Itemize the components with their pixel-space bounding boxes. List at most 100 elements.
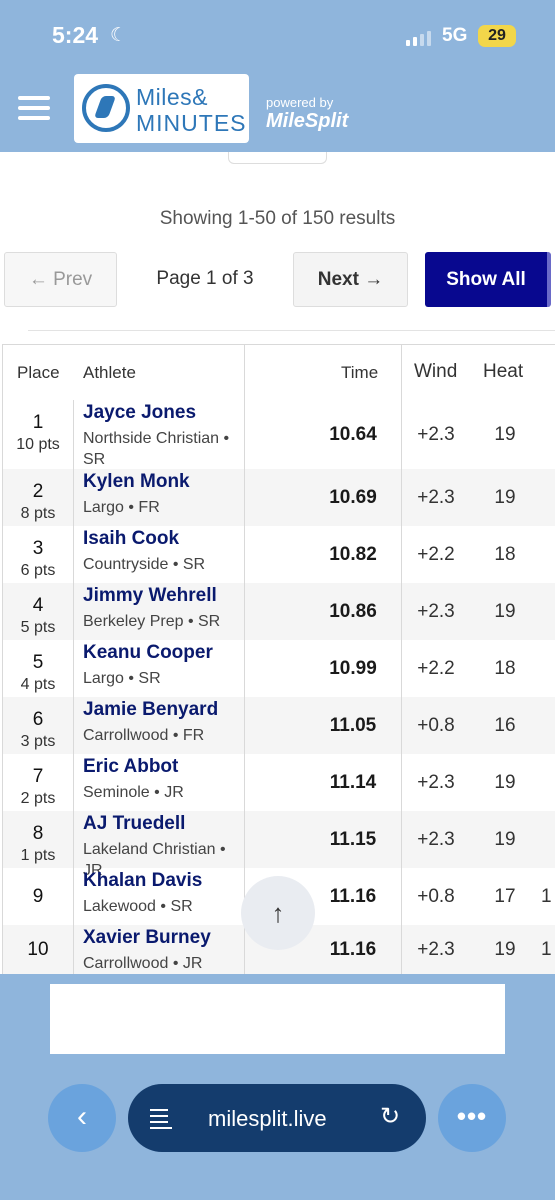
show-all-button[interactable]: Show All: [425, 252, 551, 307]
place-points: 8 pts: [20, 505, 56, 522]
result-wind: +2.3: [417, 487, 455, 508]
milesplit-logo[interactable]: MileSplit: [266, 110, 348, 133]
place-points: 10 pts: [16, 436, 60, 453]
athlete-name-link[interactable]: Jimmy Wehrell: [83, 585, 217, 607]
result-time: 11.16: [329, 939, 377, 960]
result-wind: +0.8: [417, 886, 455, 907]
table-row[interactable]: 7 2 pts Eric Abbot Seminole • JR 11.14 +2.3 19: [3, 754, 555, 811]
table-row[interactable]: 3 6 pts Isaih Cook Countryside • SR 10.82 +2.…: [3, 526, 555, 583]
column-divider: [73, 400, 74, 974]
ad-banner: [50, 984, 505, 1054]
athlete-team: Carrollwood • JR: [83, 955, 203, 972]
place-points: 2 pts: [20, 790, 56, 807]
place-number: 6: [32, 709, 44, 730]
battery-icon: 29: [478, 25, 516, 47]
site-header: Miles& MINUTES powered by MileSplit: [0, 68, 555, 152]
athlete-name-link[interactable]: Keanu Cooper: [83, 642, 213, 664]
column-header-heat[interactable]: Heat: [483, 361, 523, 383]
place-number: 7: [32, 766, 44, 787]
athlete-name-link[interactable]: Xavier Burney: [83, 927, 211, 949]
results-content: Showing 1-50 of 150 results ← Prev Page …: [0, 152, 555, 974]
result-time: 10.69: [329, 487, 377, 508]
result-heat: 19: [494, 772, 516, 793]
athlete-name-link[interactable]: Khalan Davis: [83, 870, 202, 892]
athlete-team: Countryside • SR: [83, 556, 206, 573]
result-extra: 1: [541, 886, 552, 907]
table-row[interactable]: 5 4 pts Keanu Cooper Largo • SR 10.99 +2.2 18: [3, 640, 555, 697]
place-points: 5 pts: [20, 619, 56, 636]
table-row[interactable]: 4 5 pts Jimmy Wehrell Berkeley Prep • SR 10.…: [3, 583, 555, 640]
column-divider: [244, 345, 245, 974]
athlete-team: Northside Christian • SR: [83, 430, 230, 468]
powered-by-label: powered by: [266, 95, 334, 110]
results-count: Showing 1-50 of 150 results: [159, 208, 396, 229]
athlete-name-link[interactable]: Eric Abbot: [83, 756, 178, 778]
athlete-team: Carrollwood • FR: [83, 727, 205, 744]
scroll-to-top-button[interactable]: ↑: [241, 876, 315, 950]
result-heat: 17: [494, 886, 516, 907]
logo-text-line1: Miles&: [136, 84, 209, 110]
result-heat: 19: [494, 601, 516, 622]
result-wind: +2.3: [417, 424, 455, 445]
result-time: 10.82: [329, 544, 377, 565]
place-number: 8: [32, 823, 44, 844]
place-number: 9: [32, 886, 44, 907]
status-bar: 5:24 ☾ 5G 29: [0, 0, 555, 68]
column-divider: [401, 345, 402, 974]
result-wind: +2.2: [417, 658, 455, 679]
result-heat: 16: [494, 715, 516, 736]
address-bar[interactable]: milesplit.live ↻: [128, 1084, 426, 1152]
table-row[interactable]: 6 3 pts Jamie Benyard Carrollwood • FR 11.05…: [3, 697, 555, 754]
result-extra: 1: [541, 939, 552, 960]
signal-icon: [406, 30, 432, 46]
result-heat: 18: [494, 544, 516, 565]
place-number: 2: [32, 481, 44, 502]
column-header-wind[interactable]: Wind: [414, 361, 457, 383]
athlete-name-link[interactable]: Kylen Monk: [83, 471, 190, 493]
result-heat: 19: [494, 939, 516, 960]
dropdown-stub[interactable]: [228, 152, 327, 164]
divider: [28, 330, 555, 331]
column-header-place[interactable]: Place: [17, 363, 60, 383]
result-wind: +2.3: [417, 601, 455, 622]
url-text[interactable]: milesplit.live: [208, 1106, 327, 1132]
result-wind: +0.8: [417, 715, 455, 736]
table-row[interactable]: 1 10 pts Jayce Jones Northside Christian • …: [3, 400, 555, 469]
result-time: 10.86: [329, 601, 377, 622]
athlete-name-link[interactable]: Jamie Benyard: [83, 699, 218, 721]
athlete-team: Lakewood • SR: [83, 898, 193, 915]
table-header: Place Athlete Time Wind Heat: [3, 345, 555, 400]
site-logo[interactable]: Miles& MINUTES: [74, 74, 249, 143]
more-options-button[interactable]: •••: [438, 1084, 506, 1152]
back-button[interactable]: ‹: [48, 1084, 116, 1152]
result-wind: +2.3: [417, 772, 455, 793]
status-time: 5:24: [52, 22, 99, 48]
place-number: 10: [27, 939, 49, 960]
prev-button[interactable]: ← Prev: [4, 252, 117, 307]
result-time: 11.05: [329, 715, 377, 736]
result-wind: +2.3: [417, 939, 455, 960]
menu-icon[interactable]: [18, 96, 50, 120]
athlete-name-link[interactable]: Jayce Jones: [83, 402, 196, 424]
network-label: 5G: [442, 25, 468, 46]
result-heat: 19: [494, 829, 516, 850]
result-heat: 19: [494, 487, 516, 508]
result-time: 10.64: [329, 424, 377, 445]
column-header-athlete[interactable]: Athlete: [83, 363, 136, 383]
runner-icon: [82, 84, 130, 132]
result-time: 11.15: [329, 829, 377, 850]
next-button[interactable]: Next →: [293, 252, 408, 307]
result-heat: 19: [494, 424, 516, 445]
moon-icon: ☾: [110, 25, 128, 46]
table-row[interactable]: 2 8 pts Kylen Monk Largo • FR 10.69 +2.3 19: [3, 469, 555, 526]
result-heat: 18: [494, 658, 516, 679]
reload-icon[interactable]: ↻: [380, 1102, 400, 1131]
column-header-time[interactable]: Time: [341, 363, 378, 383]
athlete-team: Berkeley Prep • SR: [83, 613, 221, 630]
table-row[interactable]: 81 pts AJ Truedell Lakeland Christian • JR…: [3, 811, 555, 879]
athlete-name-link[interactable]: AJ Truedell: [83, 813, 185, 835]
place-points: 4 pts: [20, 676, 56, 693]
page-menu-icon[interactable]: [150, 1107, 172, 1129]
athlete-name-link[interactable]: Isaih Cook: [83, 528, 179, 550]
place-number: 1: [32, 412, 44, 433]
